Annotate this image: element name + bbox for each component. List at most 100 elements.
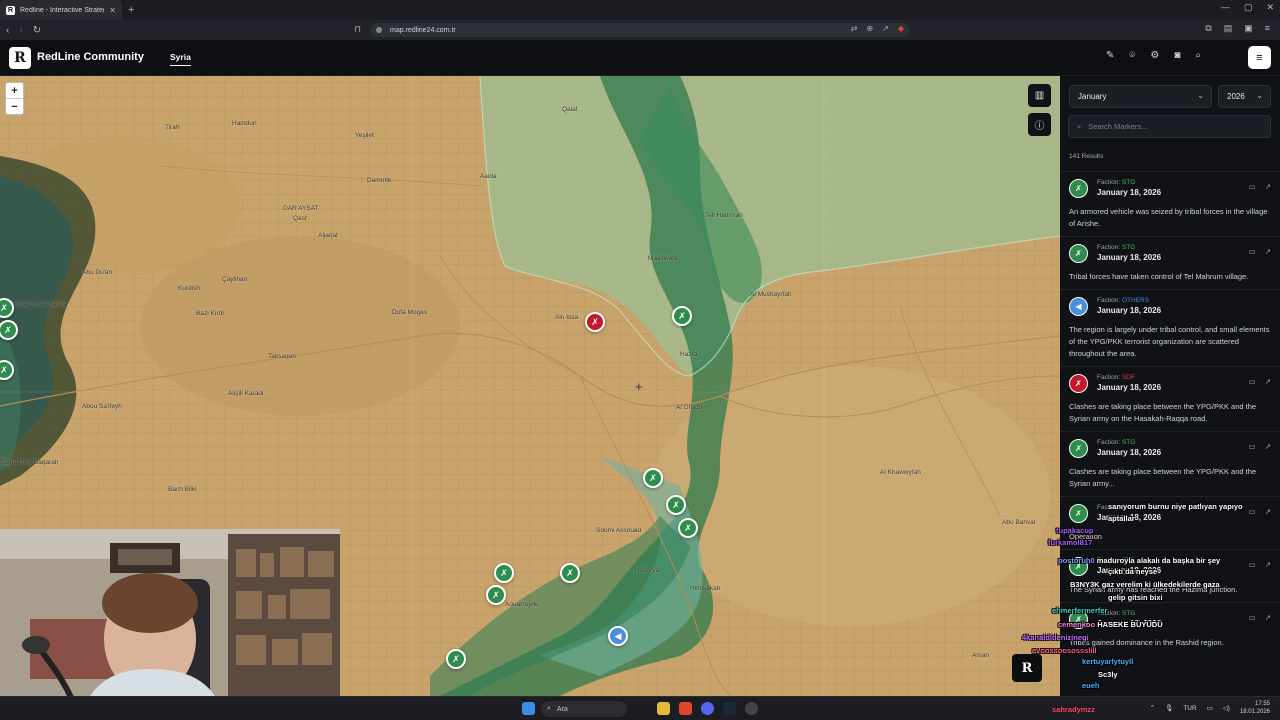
brand-name[interactable]: RedLine Community xyxy=(37,51,144,63)
zoom-icon[interactable]: ⊕ xyxy=(866,24,873,33)
file-explorer-icon[interactable] xyxy=(657,702,670,715)
results-count: 141 Results xyxy=(1069,153,1104,160)
maximize-icon[interactable]: ▢ xyxy=(1244,2,1253,13)
marker-list-item[interactable]: ✗ Faction: STG January 18, 2026 ▭ ↗ Clashes a… xyxy=(1060,431,1280,496)
chat-text: gaz verelim ki ülkedekilerde gaza xyxy=(1101,580,1220,589)
faction-line: Faction: OTHERS xyxy=(1097,297,1271,304)
video-icon[interactable]: ▭ xyxy=(1249,182,1256,191)
settings-icon[interactable]: ⚙ xyxy=(1150,50,1159,61)
map-label: Yeşilet xyxy=(355,132,374,139)
chat-text: HASEKE BÜYÜDÜ xyxy=(1097,620,1163,629)
back-icon[interactable]: ‹ xyxy=(6,25,9,36)
stg-marker[interactable]: ✗ xyxy=(643,468,663,488)
volume-icon[interactable]: ◁) xyxy=(1223,704,1230,712)
browser-tab[interactable]: R Redline - Interactive Strategic M ✕ xyxy=(0,0,122,20)
open-link-icon[interactable]: ↗ xyxy=(1265,182,1271,191)
brave-browser-icon[interactable] xyxy=(679,702,692,715)
taskbar-search-label: Ara xyxy=(556,705,568,713)
tray-chevron-icon[interactable]: ⌃ xyxy=(1150,704,1155,712)
stg-marker[interactable]: ✗ xyxy=(666,495,686,515)
stg-marker[interactable]: ✗ xyxy=(560,563,580,583)
windows-start-icon[interactable] xyxy=(522,702,535,715)
marker-search-input[interactable]: ⌕ Search Markers... xyxy=(1068,115,1271,138)
browser-tab-bar: R Redline - Interactive Strategic M ✕ + … xyxy=(0,0,1280,20)
reload-icon[interactable]: ↻ xyxy=(33,25,41,36)
map-label: Bach Bilki xyxy=(168,486,197,493)
header-icons: ✎ ⌾ ⚙ ◙ ⌕ xyxy=(1106,50,1201,61)
open-link-icon[interactable]: ↗ xyxy=(1265,377,1271,386)
new-tab-icon[interactable]: + xyxy=(128,4,134,16)
camera-icon[interactable]: ◙ xyxy=(1174,50,1180,61)
translate-icon[interactable]: ⇄ xyxy=(851,24,858,33)
month-select[interactable]: January ⌄ xyxy=(1069,85,1212,108)
clock[interactable]: 17:55 18.01.2026 xyxy=(1240,700,1270,716)
stg-marker[interactable]: ✗ xyxy=(672,306,692,326)
stg-marker[interactable]: ✗ xyxy=(446,649,466,669)
faction-prefix: Faction: xyxy=(1097,244,1121,251)
language-indicator[interactable]: TUR xyxy=(1183,705,1196,712)
wallet-icon[interactable]: ▣ xyxy=(1244,23,1253,34)
search-icon[interactable]: ⌕ xyxy=(1195,50,1201,61)
zoom-control: + − xyxy=(5,82,24,115)
stg-marker[interactable]: ✗ xyxy=(486,585,506,605)
close-window-icon[interactable]: ✕ xyxy=(1266,2,1274,13)
marker-date: January 18, 2026 xyxy=(1097,188,1162,197)
stg-marker[interactable]: ✗ xyxy=(678,518,698,538)
url-field[interactable]: map.redline24.com.tr ⇄ ⊕ ↗ ◆ xyxy=(370,23,910,37)
marker-list-item[interactable]: ✗ Faction: STG January 18, 2026 ▭ ↗ An armore… xyxy=(1060,171,1280,236)
video-icon[interactable]: ▭ xyxy=(1249,377,1256,386)
redline-badge-icon: R xyxy=(1012,654,1042,682)
network-icon[interactable]: ▭ xyxy=(1207,704,1213,712)
open-link-icon[interactable]: ↗ xyxy=(1265,442,1271,451)
video-icon[interactable]: ▭ xyxy=(1249,442,1256,451)
year-select[interactable]: 2026 ⌄ xyxy=(1218,85,1271,108)
map-label: Ain Issa xyxy=(555,314,579,321)
map-label: Çaylihan xyxy=(222,276,248,283)
map-label: Al Mushayrfah xyxy=(750,291,792,298)
zoom-out-button[interactable]: − xyxy=(6,98,23,114)
sdf-marker[interactable]: ✗ xyxy=(585,312,605,332)
redline-logo[interactable]: R xyxy=(9,47,31,69)
faction-line: Faction: SDF xyxy=(1097,374,1271,381)
close-tab-icon[interactable]: ✕ xyxy=(109,6,116,15)
marker-list-item[interactable]: ✗ Faction: STG January 18, 2026 ▭ ↗ Tribal fo… xyxy=(1060,236,1280,289)
steam-icon[interactable] xyxy=(723,702,736,715)
site-info-icon[interactable] xyxy=(376,27,382,33)
marker-date: January 18, 2026 xyxy=(1097,448,1162,457)
others-marker[interactable]: ◀ xyxy=(608,626,628,646)
sidebar-icon[interactable]: ▤ xyxy=(1224,23,1233,34)
marker-pen-icon[interactable]: ✎ xyxy=(1106,50,1114,61)
tab-syria[interactable]: Syria xyxy=(170,52,191,66)
obs-icon[interactable] xyxy=(745,702,758,715)
chat-message: tupakacup xyxy=(1056,526,1094,535)
share-icon[interactable]: ↗ xyxy=(882,24,889,33)
bookmark-icon[interactable]: ⊓ xyxy=(354,24,361,35)
taskbar-search[interactable]: ⌕ Ara xyxy=(541,701,627,717)
map-label: Aljarjat xyxy=(318,232,338,239)
map-label: Qalal xyxy=(562,106,578,113)
location-pin-icon[interactable]: ⌾ xyxy=(1129,50,1135,61)
stg-marker[interactable]: ✗ xyxy=(494,563,514,583)
chat-message: sanıyorum burnu niye patlıyan yapıyo xyxy=(1108,502,1243,511)
faction-prefix: Faction: xyxy=(1097,179,1121,186)
browser-menu-icon[interactable]: ≡ xyxy=(1265,23,1270,34)
zoom-in-button[interactable]: + xyxy=(6,83,23,98)
map-info-button[interactable]: ⓘ xyxy=(1028,113,1051,136)
extensions-icon[interactable]: ⧉ xyxy=(1205,23,1211,34)
open-link-icon[interactable]: ↗ xyxy=(1265,247,1271,256)
microphone-icon[interactable]: 🎙 xyxy=(1165,704,1173,712)
brave-shield-icon[interactable]: ◆ xyxy=(898,24,904,33)
marker-date: January 18, 2026 xyxy=(1097,383,1162,392)
chat-text: maduroyla alakalı da başka bir şey xyxy=(1096,556,1221,565)
discord-icon[interactable] xyxy=(701,702,714,715)
forward-icon[interactable]: › xyxy=(19,25,22,36)
marker-list-item[interactable]: ◀ Faction: OTHERS January 18, 2026 The regi… xyxy=(1060,289,1280,366)
chat-username: Sc3ly xyxy=(1098,670,1118,679)
map-label: Dufa Mogas xyxy=(392,309,428,316)
year-value: 2026 xyxy=(1227,92,1245,101)
map-layers-button[interactable]: ▥ xyxy=(1028,84,1051,107)
marker-list-item[interactable]: ✗ Faction: SDF January 18, 2026 ▭ ↗ Clashes a… xyxy=(1060,366,1280,431)
menu-button[interactable]: ≡ xyxy=(1248,46,1271,69)
video-icon[interactable]: ▭ xyxy=(1249,247,1256,256)
minimize-icon[interactable]: — xyxy=(1221,2,1230,13)
